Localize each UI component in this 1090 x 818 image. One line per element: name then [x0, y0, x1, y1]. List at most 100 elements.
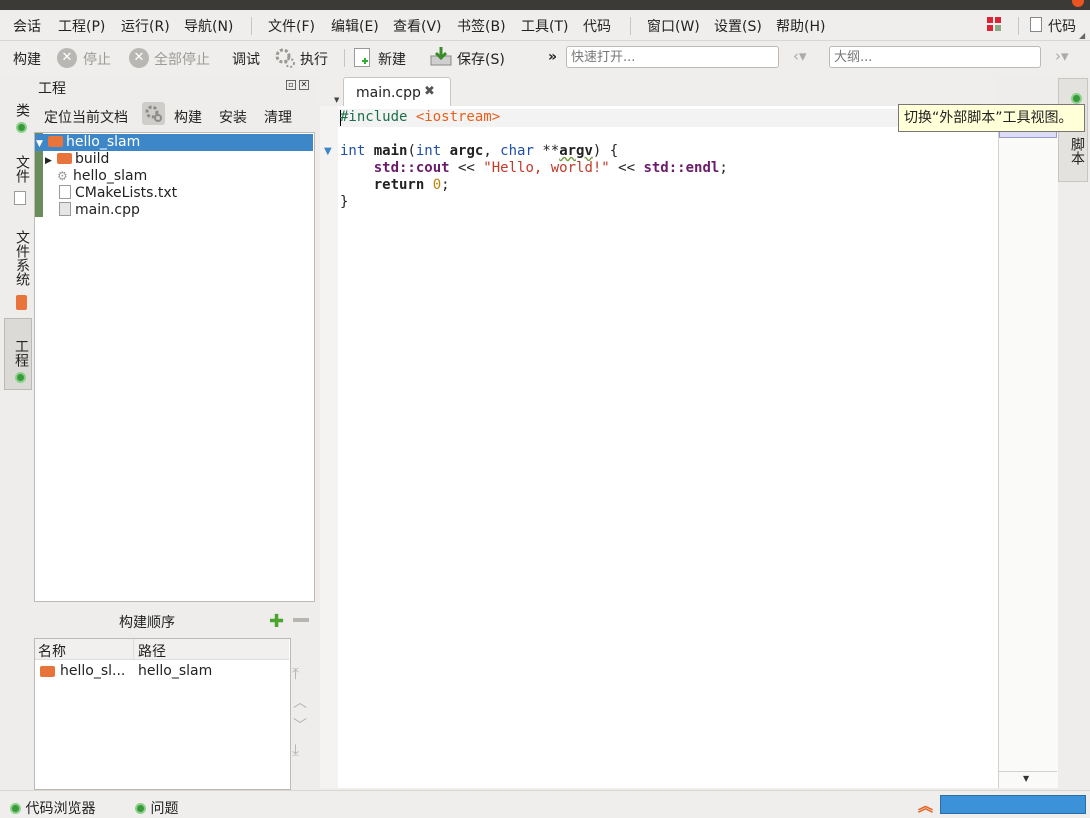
- project-build-button[interactable]: 构建: [174, 107, 202, 127]
- toolbar-separator: [344, 49, 345, 67]
- float-panel-icon[interactable]: ▫: [286, 80, 296, 90]
- menu-view[interactable]: 查看(V): [393, 16, 442, 36]
- expand-status-icon[interactable]: ︽: [918, 795, 933, 816]
- target-gear-icon: ⚙: [57, 169, 68, 183]
- scripts-gear-icon: [1070, 93, 1082, 105]
- move-bottom-icon[interactable]: ⤓: [292, 740, 299, 760]
- window-title-bar: [0, 0, 1090, 10]
- code-param: argv: [559, 143, 593, 159]
- menu-tools[interactable]: 工具(T): [521, 16, 568, 36]
- move-down-icon[interactable]: ﹀: [293, 715, 307, 735]
- code-line-3: int main(int argc, char **argv) {: [340, 143, 618, 160]
- stop-button[interactable]: 停止: [83, 49, 111, 69]
- code-editor[interactable]: [320, 106, 999, 788]
- build-order-table[interactable]: 名称 路径 hello_sl... hello_slam: [34, 638, 291, 790]
- code-browser-button[interactable]: 代码浏览器: [10, 798, 95, 818]
- execute-button[interactable]: 执行: [300, 49, 328, 69]
- menu-file[interactable]: 文件(F): [268, 16, 315, 36]
- progress-bar: [940, 795, 1086, 814]
- menu-code[interactable]: 代码: [583, 16, 611, 36]
- clean-button[interactable]: 清理: [264, 107, 292, 127]
- menu-session[interactable]: 会话: [13, 16, 41, 36]
- back-icon[interactable]: ‹▾: [793, 47, 807, 65]
- code-param: argc: [449, 143, 484, 159]
- toolbar-overflow-button[interactable]: »: [548, 49, 557, 65]
- problems-gear-icon: [135, 803, 146, 814]
- filesystem-folder-icon: [15, 294, 27, 310]
- code-punct: (: [407, 143, 416, 159]
- move-top-icon[interactable]: ⤒: [292, 664, 299, 684]
- move-up-icon[interactable]: ︿: [293, 692, 307, 712]
- code-keyword-return: return: [373, 177, 433, 193]
- editor-minimap-scrollbar[interactable]: ▼: [998, 106, 1058, 788]
- menubar: 会话 工程(P) 运行(R) 导航(N) 文件(F) 编辑(E) 查看(V) 书…: [0, 10, 1090, 41]
- stop-all-button[interactable]: 全部停止: [154, 49, 210, 69]
- save-button[interactable]: 保存(S): [457, 49, 505, 69]
- code-punct: }: [340, 194, 349, 210]
- menu-bookmarks[interactable]: 书签(B): [457, 16, 506, 36]
- area-code-label[interactable]: 代码: [1048, 16, 1076, 36]
- tree-item-cmakelists[interactable]: CMakeLists.txt: [59, 185, 337, 202]
- quick-open-input[interactable]: 快速打开...: [566, 46, 779, 68]
- menu-window[interactable]: 窗口(W): [647, 16, 700, 36]
- tree-item-build[interactable]: ▶ build: [45, 151, 323, 168]
- project-tree[interactable]: ▼ hello_slam ▶ build ⚙ hello_slam CMakeList…: [34, 132, 315, 602]
- column-path-header[interactable]: 路径: [138, 641, 166, 661]
- menu-project[interactable]: 工程(P): [58, 16, 105, 36]
- code-function-name: main: [373, 143, 408, 159]
- tab-filesystem[interactable]: 文件系统: [4, 226, 32, 314]
- tree-item-main-cpp[interactable]: main.cpp: [59, 202, 337, 219]
- tab-list-arrow-icon[interactable]: ▼: [334, 96, 339, 104]
- menu-navigate[interactable]: 导航(N): [184, 16, 233, 36]
- problems-button[interactable]: 问题: [135, 798, 178, 818]
- install-button[interactable]: 安装: [219, 107, 247, 127]
- tab-project[interactable]: 工程: [4, 318, 32, 390]
- column-name-header[interactable]: 名称: [38, 641, 66, 661]
- menu-run[interactable]: 运行(R): [121, 16, 170, 36]
- menu-separator: [1018, 17, 1019, 35]
- area-switcher-icon[interactable]: [987, 17, 1001, 31]
- collapse-arrow-icon[interactable]: ▶: [45, 153, 57, 170]
- dropdown-arrow-icon[interactable]: ◢: [1079, 31, 1085, 40]
- tree-item-hello-slam-target[interactable]: ⚙ hello_slam: [57, 168, 335, 185]
- new-button[interactable]: 新建: [378, 49, 406, 69]
- menu-edit[interactable]: 编辑(E): [331, 16, 379, 36]
- menu-separator: [630, 17, 631, 35]
- tab-project-label: 工程: [13, 339, 29, 368]
- toolbar: 构建 ✕ 停止 ✕ 全部停止 调试 执行 新建 保存(S) » 快速打开... …: [0, 41, 1090, 75]
- build-order-panel: 构建顺序 ✚ 名称 路径 hello_sl... hello_slam ⤒ ︿ …: [33, 606, 316, 790]
- close-panel-icon[interactable]: ✕: [299, 80, 309, 90]
- add-icon[interactable]: ✚: [269, 611, 284, 632]
- fold-marker-icon[interactable]: ▼: [324, 146, 332, 157]
- menu-help[interactable]: 帮助(H): [776, 16, 825, 36]
- build-gear-icon[interactable]: [142, 102, 165, 125]
- close-window-icon[interactable]: [1072, 0, 1084, 7]
- tab-main-cpp[interactable]: main.cpp ✖: [343, 77, 451, 107]
- document-icon: [1030, 17, 1042, 32]
- code-keyword: int: [340, 143, 374, 159]
- build-button[interactable]: 构建: [13, 49, 41, 69]
- code-punct: ;: [719, 160, 728, 176]
- tree-item-hello-slam-root[interactable]: ▼ hello_slam: [35, 134, 313, 151]
- outline-input[interactable]: 大纲...: [829, 46, 1041, 68]
- folder-icon: [40, 666, 55, 677]
- locate-current-document-button[interactable]: 定位当前文档: [44, 107, 128, 127]
- folder-icon: [57, 153, 72, 164]
- tab-files[interactable]: 文件: [4, 152, 32, 208]
- remove-icon[interactable]: [293, 618, 309, 622]
- column-divider: [133, 639, 134, 659]
- tree-item-label: hello_slam: [73, 168, 148, 184]
- tree-item-label: build: [75, 151, 110, 167]
- menu-settings[interactable]: 设置(S): [714, 16, 762, 36]
- scrollbar-divider: [998, 771, 1057, 772]
- table-row[interactable]: hello_sl... hello_slam: [35, 663, 289, 681]
- debug-button[interactable]: 调试: [232, 49, 260, 69]
- code-preprocessor: #include: [340, 109, 416, 125]
- cpp-file-icon: [59, 202, 71, 216]
- classes-gear-icon: [15, 121, 27, 133]
- scroll-down-icon[interactable]: ▼: [1023, 774, 1029, 783]
- tooltip: 切换“外部脚本”工具视图。: [898, 104, 1085, 132]
- close-tab-icon[interactable]: ✖: [424, 84, 435, 99]
- forward-icon[interactable]: ›▾: [1055, 47, 1069, 65]
- tab-classes[interactable]: 类: [4, 92, 32, 144]
